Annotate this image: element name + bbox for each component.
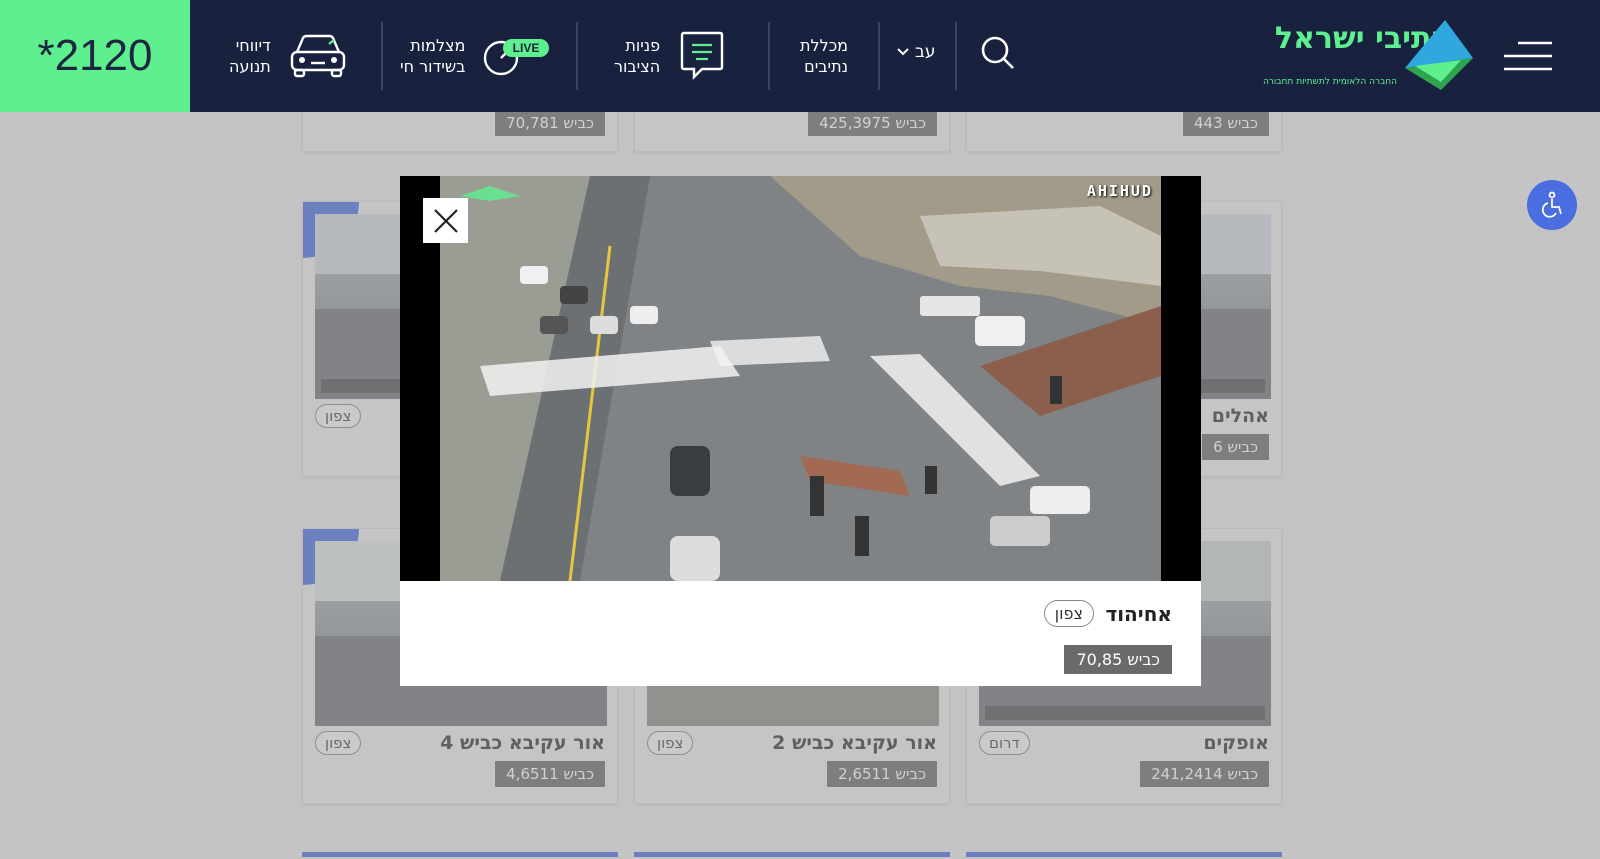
nav-netivim-college[interactable]: מכללת נתיבים: [800, 0, 848, 112]
netivei-israel-logo[interactable]: נתיבי ישראל החברה הלאומית לתשתיות תחבורה: [1255, 18, 1475, 92]
nav-label: פניות הציבור: [614, 36, 661, 76]
camera-modal: AHIHUD אחיהוד צפון כביש 70,85: [400, 176, 1201, 686]
language-label: עב: [915, 42, 936, 62]
nav-divider: [576, 22, 578, 90]
camera-title: אחיהוד: [1105, 602, 1172, 626]
camera-overlay-label: AHIHUD: [1086, 182, 1153, 200]
live-badge: LIVE: [513, 41, 540, 55]
road-badge: כביש 70,85: [1064, 645, 1172, 674]
hamburger-icon: [1504, 41, 1552, 71]
close-button[interactable]: [423, 198, 468, 243]
chat-icon: [680, 31, 724, 80]
menu-button[interactable]: [1504, 40, 1552, 72]
nav-live-cameras[interactable]: מצלמות בשידור חי LIVE: [400, 0, 551, 112]
search-icon: [981, 36, 1014, 69]
language-selector[interactable]: עב: [897, 42, 935, 62]
top-navigation-bar: *2120 דיווחיתנועה מצלמותבשידור חי LIVE: [0, 0, 1600, 112]
accessibility-button[interactable]: [1527, 180, 1577, 230]
search-button[interactable]: [980, 35, 1016, 75]
logo-subtitle: החברה הלאומית לתשתיות תחבורה: [1263, 77, 1397, 87]
live-camera-icon: LIVE: [484, 39, 550, 76]
chevron-down-icon: [897, 48, 909, 56]
live-video-player[interactable]: AHIHUD: [400, 176, 1201, 581]
logo-mark-icon: נתיבי ישראל החברה הלאומית לתשתיות תחבורה: [1263, 20, 1473, 90]
nav-divider: [381, 22, 383, 90]
nav-traffic-reports[interactable]: דיווחי תנועה: [229, 0, 347, 112]
car-icon: [290, 34, 345, 78]
direction-badge: צפון: [1043, 600, 1094, 627]
nav-label: מצלמות בשידור חי: [400, 36, 466, 76]
nav-divider: [878, 22, 880, 90]
nav-public-inquiries[interactable]: פניות הציבור: [614, 0, 726, 112]
nav-label: דיווחי תנועה: [229, 36, 271, 76]
close-icon: [433, 208, 458, 233]
intersection-video-frame: [440, 176, 1161, 581]
accessibility-icon: [1541, 191, 1562, 218]
nav-label: מכללת נתיבים: [800, 36, 849, 76]
hotline-number[interactable]: *2120: [0, 0, 190, 112]
nav-divider: [768, 22, 770, 90]
nav-divider: [955, 22, 957, 90]
